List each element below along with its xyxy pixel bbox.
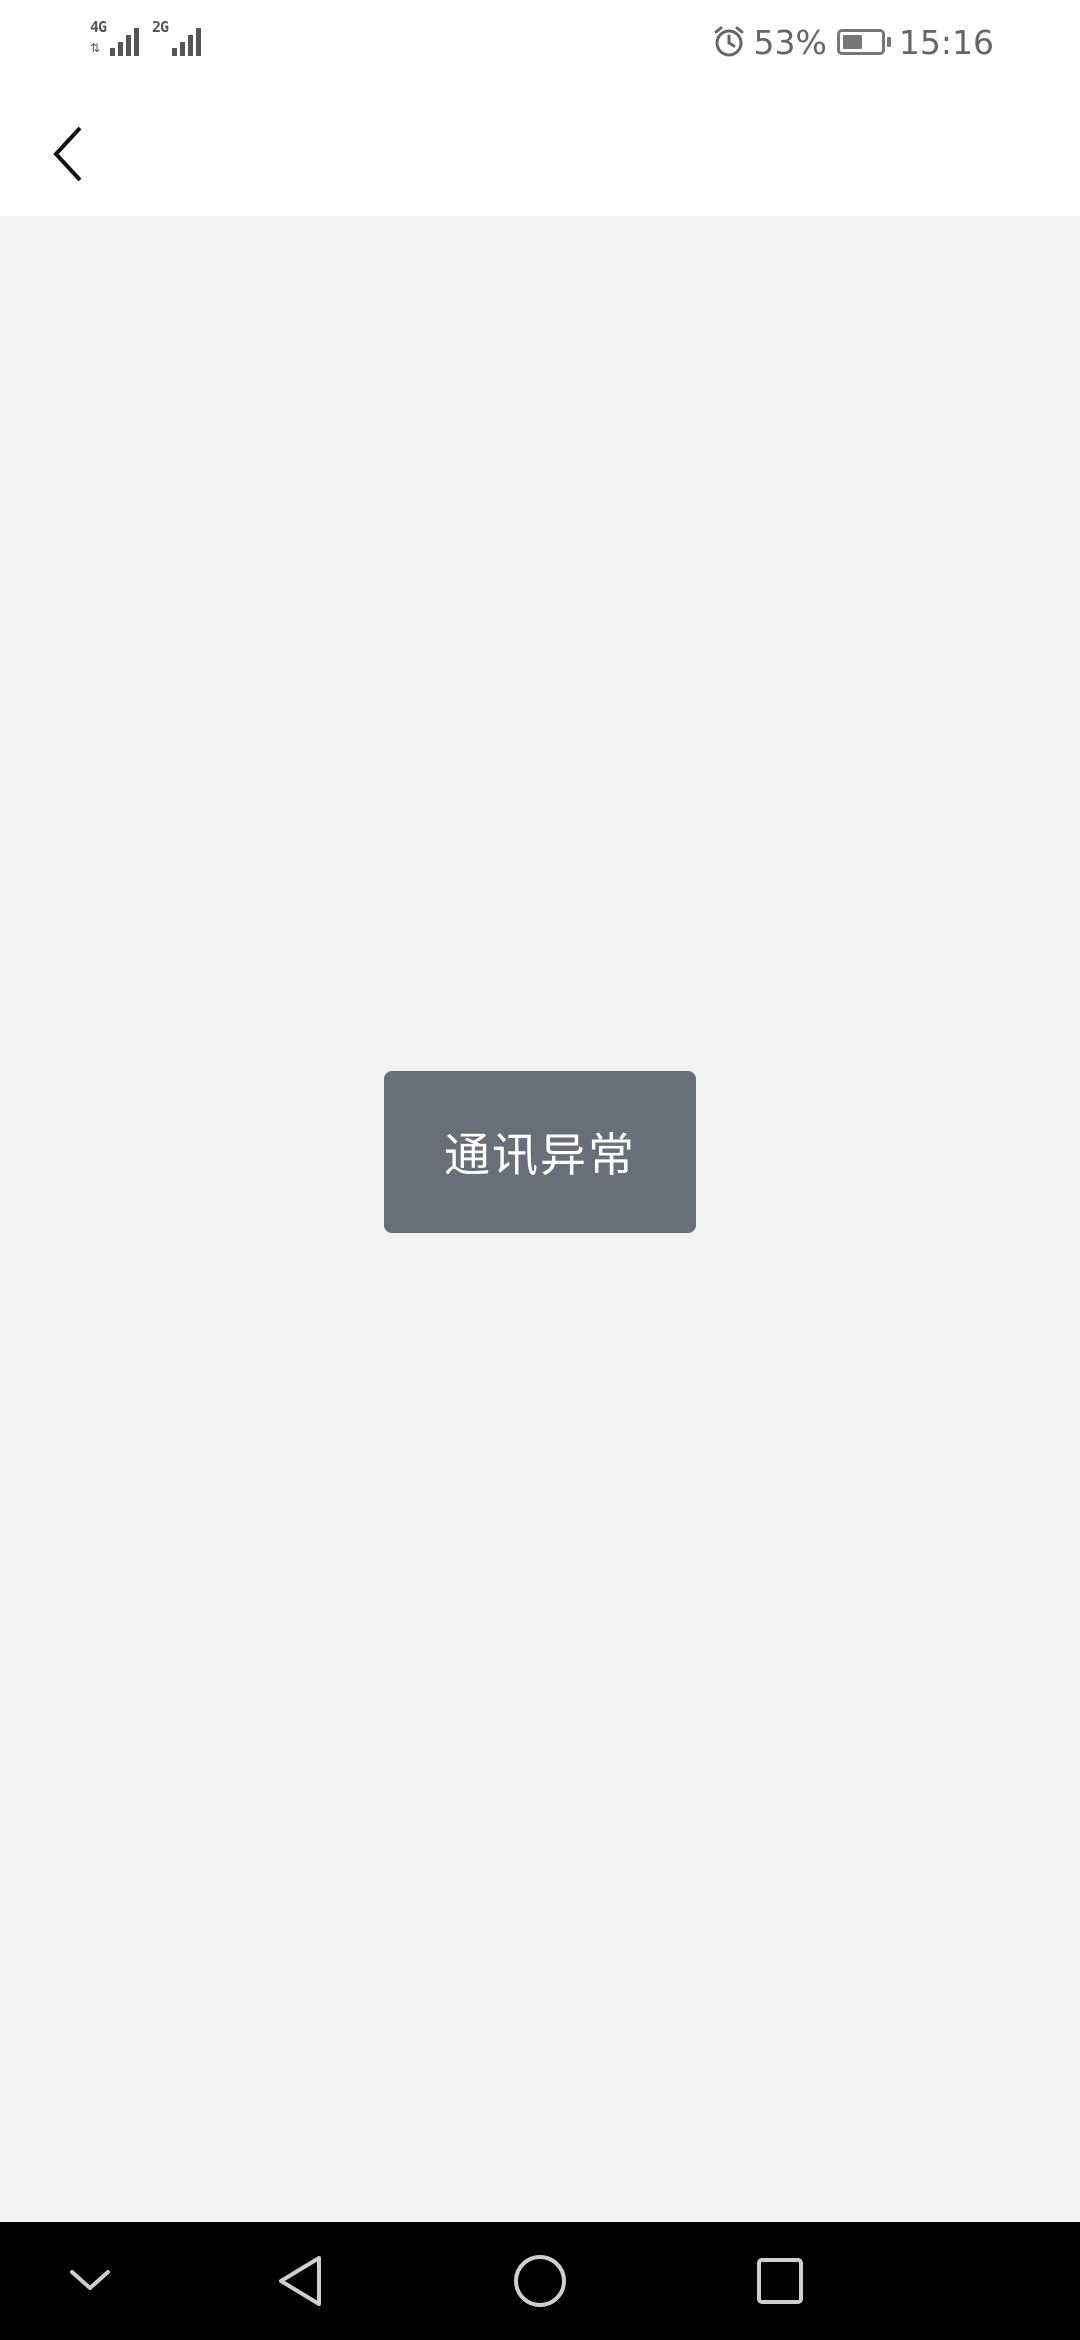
error-toast: 通讯异常 bbox=[384, 1071, 696, 1233]
chevron-left-icon bbox=[53, 126, 82, 182]
signal-icon bbox=[172, 28, 201, 56]
battery-percent: 53% bbox=[753, 22, 827, 62]
triangle-back-icon bbox=[279, 2256, 321, 2306]
alarm-icon bbox=[714, 26, 744, 57]
signal-2g-label: 2G bbox=[152, 18, 169, 36]
system-navigation-bar bbox=[0, 2222, 1080, 2340]
recents-button[interactable] bbox=[720, 2222, 840, 2340]
battery-fill bbox=[842, 35, 862, 49]
navigation-bar bbox=[0, 84, 1080, 216]
signal-4g: 4G ⇅ bbox=[90, 20, 150, 60]
clock: 15:16 bbox=[898, 22, 994, 62]
chevron-down-icon bbox=[70, 2270, 110, 2290]
signal-4g-label: 4G bbox=[90, 18, 107, 36]
app-screen: 4G ⇅ 2G 53% 15:16 通讯异常 bbox=[0, 0, 1080, 2340]
back-button[interactable] bbox=[28, 114, 108, 194]
status-right-group: 53% 15:16 bbox=[704, 18, 994, 66]
data-arrows-icon: ⇅ bbox=[90, 41, 101, 55]
toast-message: 通讯异常 bbox=[444, 1128, 636, 1182]
square-recents-icon bbox=[757, 2258, 803, 2304]
collapse-button[interactable] bbox=[30, 2222, 150, 2340]
circle-home-icon bbox=[514, 2255, 566, 2307]
signal-icon bbox=[110, 28, 139, 56]
signal-2g: 2G bbox=[152, 20, 212, 60]
home-button[interactable] bbox=[480, 2222, 600, 2340]
system-back-button[interactable] bbox=[240, 2222, 360, 2340]
status-bar: 4G ⇅ 2G 53% 15:16 bbox=[0, 0, 1080, 84]
battery-icon bbox=[836, 29, 891, 55]
